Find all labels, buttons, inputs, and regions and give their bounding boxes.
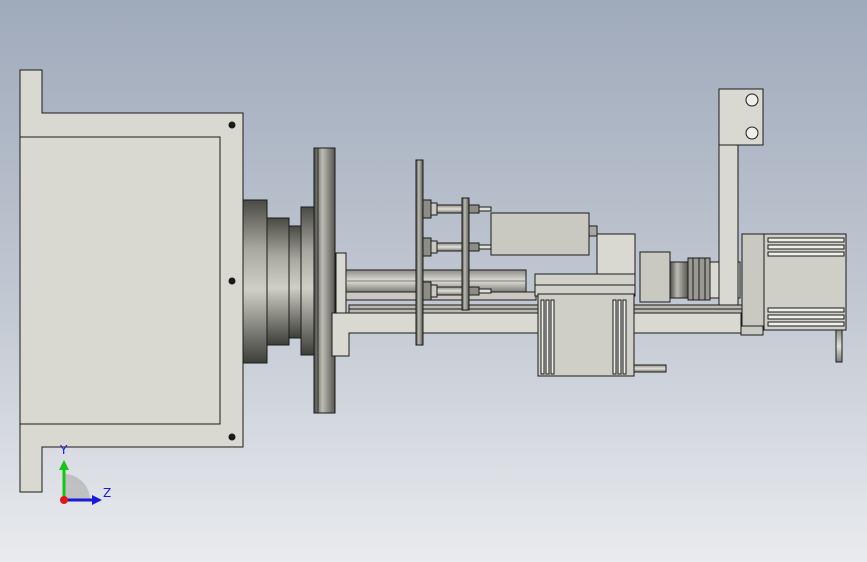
screw-hole-middle [228,277,236,285]
spring-fastener-cluster[interactable] [422,197,492,311]
x-axis-origin [60,496,68,504]
z-axis-label: Z [103,486,111,500]
thin-disc[interactable] [415,159,424,346]
screw-hole-top [228,121,236,129]
rotary-hub[interactable] [242,199,315,364]
face-plate[interactable] [313,147,336,414]
assembly-side-view[interactable] [0,0,867,562]
main-housing[interactable] [19,69,244,493]
bracket-hole-lower [745,126,759,140]
screw-hole-bottom [228,433,236,441]
y-axis-label: Y [59,443,68,457]
cad-graphics-viewport[interactable]: Y Z [0,0,867,562]
bracket-hole-upper [745,93,759,107]
coordinate-triad: Y Z [59,443,111,505]
drive-motor[interactable] [741,233,847,363]
